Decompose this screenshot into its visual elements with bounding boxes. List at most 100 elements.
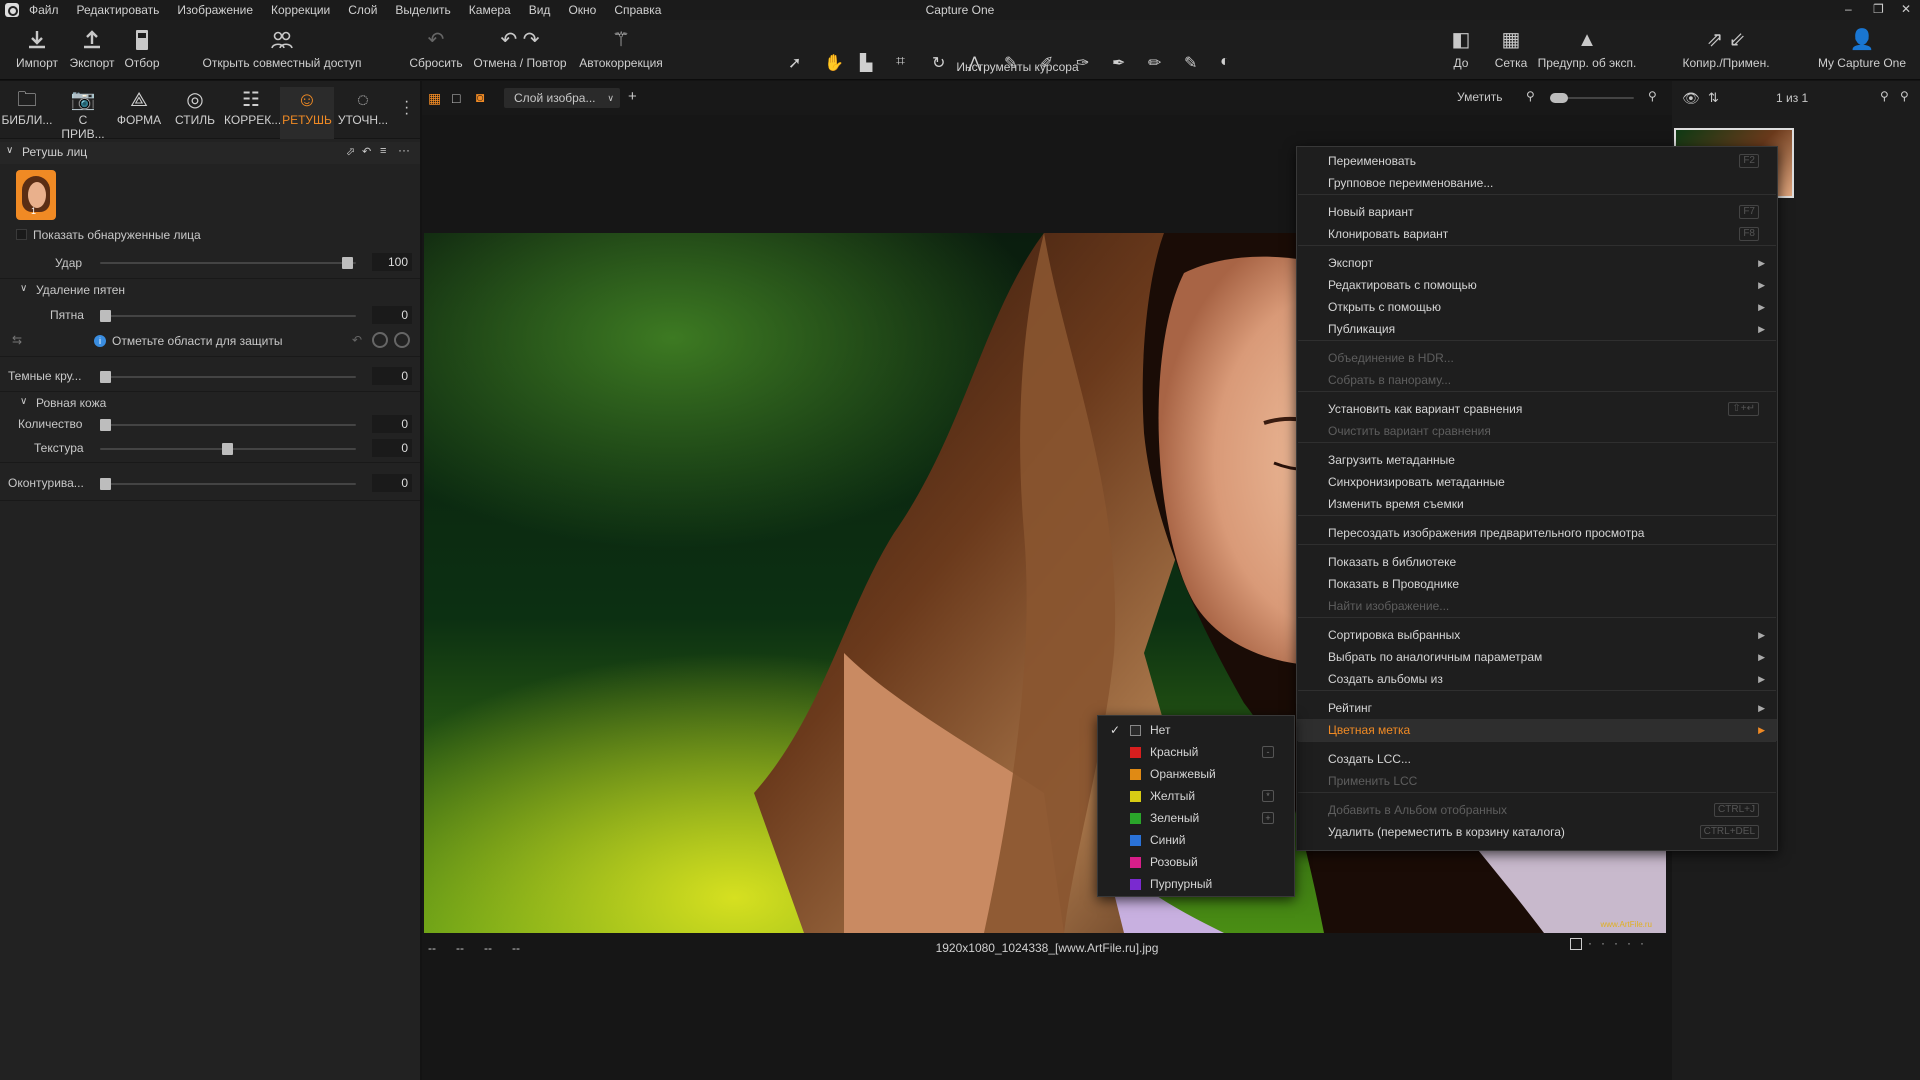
context-menu-item[interactable]: Цветная метка ▶ bbox=[1297, 719, 1777, 741]
strength-slider[interactable] bbox=[100, 257, 356, 269]
spots-slider[interactable] bbox=[100, 310, 356, 322]
export-button[interactable]: Экспорт bbox=[68, 28, 116, 70]
context-menu-item[interactable]: Загрузить метаданные bbox=[1297, 449, 1777, 471]
rating-dots[interactable]: ····· bbox=[1588, 936, 1653, 950]
layer-select[interactable]: Слой изобра... ∨ bbox=[504, 88, 620, 108]
show-faces-checkbox[interactable] bbox=[16, 229, 27, 240]
menu-file[interactable]: Файл bbox=[29, 3, 59, 17]
zoom-slider[interactable] bbox=[1550, 93, 1634, 103]
reset-mask-icon[interactable]: ↶ bbox=[352, 333, 362, 347]
tab-retouch[interactable]: ☺ РЕТУШЬ bbox=[280, 87, 334, 139]
erase-mask-icon[interactable] bbox=[394, 332, 410, 348]
grid-button[interactable]: ▦ Сетка bbox=[1488, 28, 1534, 70]
tab-refine[interactable]: ◌ УТОЧН... bbox=[336, 87, 390, 127]
context-menu-item[interactable]: Создать альбомы из ▶ bbox=[1297, 668, 1777, 690]
face-retouch-header[interactable]: ∨ Ретушь лиц ⬀ ↶ ≡ ··· bbox=[0, 142, 420, 164]
strength-value[interactable]: 100 bbox=[372, 253, 412, 271]
before-button[interactable]: ◧ До bbox=[1436, 28, 1486, 70]
exposure-warning-button[interactable]: ▲ Предупр. об эксп. bbox=[1534, 28, 1640, 70]
account-button[interactable]: 👤 My Capture One bbox=[1812, 28, 1912, 70]
texture-knob[interactable] bbox=[222, 443, 233, 455]
menu-edit[interactable]: Редактировать bbox=[77, 3, 160, 17]
crop-icon[interactable]: ⌗ bbox=[896, 53, 905, 71]
pan-hand-icon[interactable]: ✋ bbox=[824, 53, 844, 73]
detected-face-thumbnail[interactable]: 1 bbox=[16, 170, 56, 220]
context-menu-item[interactable]: Сортировка выбранных ▶ bbox=[1297, 624, 1777, 646]
context-menu-item[interactable]: Публикация ▶ bbox=[1297, 318, 1777, 340]
color-tag-item[interactable]: Синий bbox=[1098, 829, 1294, 851]
texture-slider[interactable] bbox=[100, 443, 356, 455]
context-menu-item[interactable]: Рейтинг ▶ bbox=[1297, 697, 1777, 719]
context-menu-item[interactable]: Создать LCC... bbox=[1297, 748, 1777, 770]
context-menu-item[interactable]: Показать в Проводнике bbox=[1297, 573, 1777, 595]
eye-icon[interactable]: 👁 bbox=[1682, 90, 1700, 107]
menu-select[interactable]: Выделить bbox=[395, 3, 450, 17]
tab-library[interactable]: 🗀 БИБЛИ... bbox=[0, 87, 54, 127]
capture-one-logo-icon[interactable] bbox=[5, 3, 19, 17]
share-button[interactable]: Открыть совместный доступ bbox=[202, 28, 362, 70]
menu-layer[interactable]: Слой bbox=[348, 3, 377, 17]
texture-value[interactable]: 0 bbox=[372, 439, 412, 457]
stamp-icon[interactable]: ▙ bbox=[860, 53, 872, 73]
color-tag-item[interactable]: Желтый * bbox=[1098, 785, 1294, 807]
auto-adjust-button[interactable]: ⚚ Автокоррекция bbox=[574, 28, 668, 70]
spots-knob[interactable] bbox=[100, 310, 111, 322]
healing-icon[interactable]: ✏ bbox=[1148, 53, 1161, 73]
reset-tool-icon[interactable]: ↶ bbox=[362, 145, 371, 158]
copy-apply-button[interactable]: ⇗ ⇙ Копир./Примен. bbox=[1676, 28, 1776, 70]
more-options-icon[interactable]: ··· bbox=[398, 143, 410, 157]
primary-variant-icon[interactable]: ◙ bbox=[476, 89, 484, 105]
picker-icon[interactable]: ✒ bbox=[1112, 53, 1125, 73]
collapse-chevron-icon[interactable]: ∨ bbox=[20, 396, 27, 407]
context-menu-item[interactable]: Показать в библиотеке bbox=[1297, 551, 1777, 573]
color-tag-item[interactable]: Пурпурный bbox=[1098, 873, 1294, 895]
zoom-browser-icon[interactable]: ⚲ bbox=[1880, 89, 1889, 103]
import-button[interactable]: Импорт bbox=[14, 28, 60, 70]
add-mask-icon[interactable] bbox=[372, 332, 388, 348]
more-tabs-icon[interactable]: · · · bbox=[404, 94, 409, 122]
amount-value[interactable]: 0 bbox=[372, 415, 412, 433]
tab-adjustments[interactable]: ☷ КОРРЕК... bbox=[224, 87, 281, 127]
zoom-in-icon[interactable]: ⚲ bbox=[1648, 89, 1657, 103]
collapse-chevron-icon[interactable]: ∨ bbox=[20, 283, 27, 294]
color-tag-box[interactable] bbox=[1570, 938, 1582, 950]
menu-image[interactable]: Изображение bbox=[177, 3, 253, 17]
strength-knob[interactable] bbox=[342, 257, 353, 269]
spots-value[interactable]: 0 bbox=[372, 306, 412, 324]
context-menu-item[interactable]: Пересоздать изображения предварительного… bbox=[1297, 522, 1777, 544]
context-menu-item[interactable]: Выбрать по аналогичным параметрам ▶ bbox=[1297, 646, 1777, 668]
menu-window[interactable]: Окно bbox=[568, 3, 596, 17]
multi-view-icon[interactable]: ▦ bbox=[428, 90, 441, 107]
annotation-icon[interactable]: ◐ bbox=[1220, 53, 1230, 71]
context-menu-item[interactable]: Новый вариант F7 bbox=[1297, 201, 1777, 223]
color-tag-item[interactable]: ✓ Нет bbox=[1098, 719, 1294, 741]
context-menu-item[interactable]: Групповое переименование... bbox=[1297, 172, 1777, 194]
zoom-knob[interactable] bbox=[1550, 93, 1568, 103]
menu-help[interactable]: Справка bbox=[614, 3, 661, 17]
menu-camera[interactable]: Камера bbox=[469, 3, 511, 17]
context-menu-item[interactable]: Установить как вариант сравнения ⇧+↵ bbox=[1297, 398, 1777, 420]
close-button[interactable]: ✕ bbox=[1901, 2, 1911, 16]
menu-adjustments[interactable]: Коррекции bbox=[271, 3, 330, 17]
context-menu-item[interactable]: Синхронизировать метаданные bbox=[1297, 471, 1777, 493]
contour-knob[interactable] bbox=[100, 478, 111, 490]
contour-value[interactable]: 0 bbox=[372, 474, 412, 492]
presets-icon[interactable]: ≡ bbox=[380, 145, 386, 157]
reset-button[interactable]: ↶ Сбросить bbox=[408, 28, 464, 70]
context-menu-item[interactable]: Открыть с помощью ▶ bbox=[1297, 296, 1777, 318]
dark-circles-slider[interactable] bbox=[100, 371, 356, 383]
search-icon[interactable]: ⚲ bbox=[1900, 89, 1909, 103]
dark-circles-knob[interactable] bbox=[100, 371, 111, 383]
tab-lens[interactable]: ⟁ ФОРМА bbox=[112, 87, 166, 127]
context-menu-item[interactable]: Экспорт ▶ bbox=[1297, 252, 1777, 274]
tab-style[interactable]: ◎ СТИЛЬ bbox=[168, 87, 222, 127]
dark-circles-value[interactable]: 0 bbox=[372, 367, 412, 385]
contour-slider[interactable] bbox=[100, 478, 356, 490]
add-layer-button[interactable]: + bbox=[628, 88, 637, 105]
minimize-button[interactable]: – bbox=[1845, 2, 1852, 16]
select-cursor-icon[interactable]: ➚ bbox=[788, 53, 801, 73]
restore-button[interactable]: ❐ bbox=[1873, 2, 1884, 16]
amount-knob[interactable] bbox=[100, 419, 111, 431]
expand-icon[interactable]: ⬀ bbox=[346, 145, 355, 158]
amount-slider[interactable] bbox=[100, 419, 356, 431]
